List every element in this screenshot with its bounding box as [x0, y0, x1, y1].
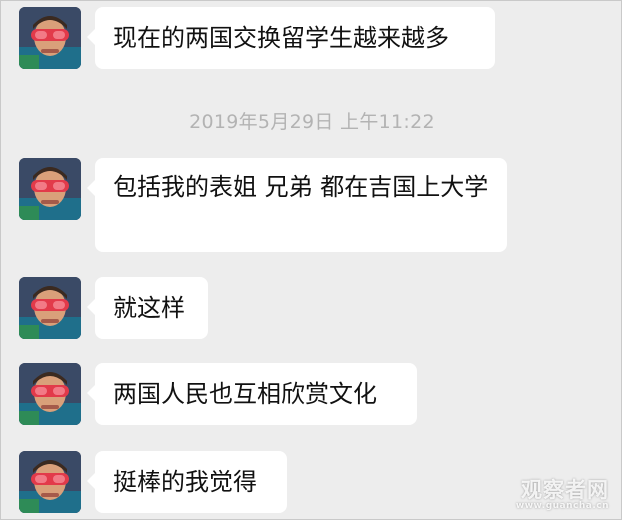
message-bubble[interactable]: 包括我的表姐 兄弟 都在吉国上大学: [87, 158, 507, 252]
message-text: 包括我的表姐 兄弟 都在吉国上大学: [113, 173, 489, 201]
chat-message: 包括我的表姐 兄弟 都在吉国上大学: [19, 158, 507, 252]
avatar[interactable]: [19, 277, 81, 339]
avatar-child-red-goggles-icon: [19, 363, 81, 425]
avatar-child-red-goggles-icon: [19, 277, 81, 339]
avatar-child-red-goggles-icon: [19, 7, 81, 69]
avatar[interactable]: [19, 363, 81, 425]
message-bubble[interactable]: 挺棒的我觉得: [87, 451, 287, 513]
message-text: 现在的两国交换留学生越来越多: [113, 24, 449, 52]
watermark-url: www.guancha.cn: [515, 501, 609, 511]
chat-screenshot: 现在的两国交换留学生越来越多 2019年5月29日 上午11:22 包括我的表姐…: [0, 0, 622, 520]
message-bubble[interactable]: 现在的两国交换留学生越来越多: [87, 7, 495, 69]
avatar[interactable]: [19, 158, 81, 220]
watermark-title: 观察者网: [521, 478, 609, 502]
watermark: 观察者网 www.guancha.cn: [516, 479, 609, 511]
avatar-child-red-goggles-icon: [19, 451, 81, 513]
chat-message: 现在的两国交换留学生越来越多: [19, 7, 495, 69]
message-text: 挺棒的我觉得: [113, 468, 257, 496]
chat-message: 两国人民也互相欣赏文化: [19, 363, 417, 425]
avatar[interactable]: [19, 7, 81, 69]
chat-message: 就这样: [19, 277, 208, 339]
avatar[interactable]: [19, 451, 81, 513]
avatar-child-red-goggles-icon: [19, 158, 81, 220]
message-text: 就这样: [113, 294, 185, 322]
chat-message: 挺棒的我觉得: [19, 451, 287, 513]
message-timestamp: 2019年5月29日 上午11:22: [189, 111, 435, 133]
message-bubble[interactable]: 两国人民也互相欣赏文化: [87, 363, 417, 425]
message-text: 两国人民也互相欣赏文化: [113, 380, 377, 408]
message-bubble[interactable]: 就这样: [87, 277, 208, 339]
